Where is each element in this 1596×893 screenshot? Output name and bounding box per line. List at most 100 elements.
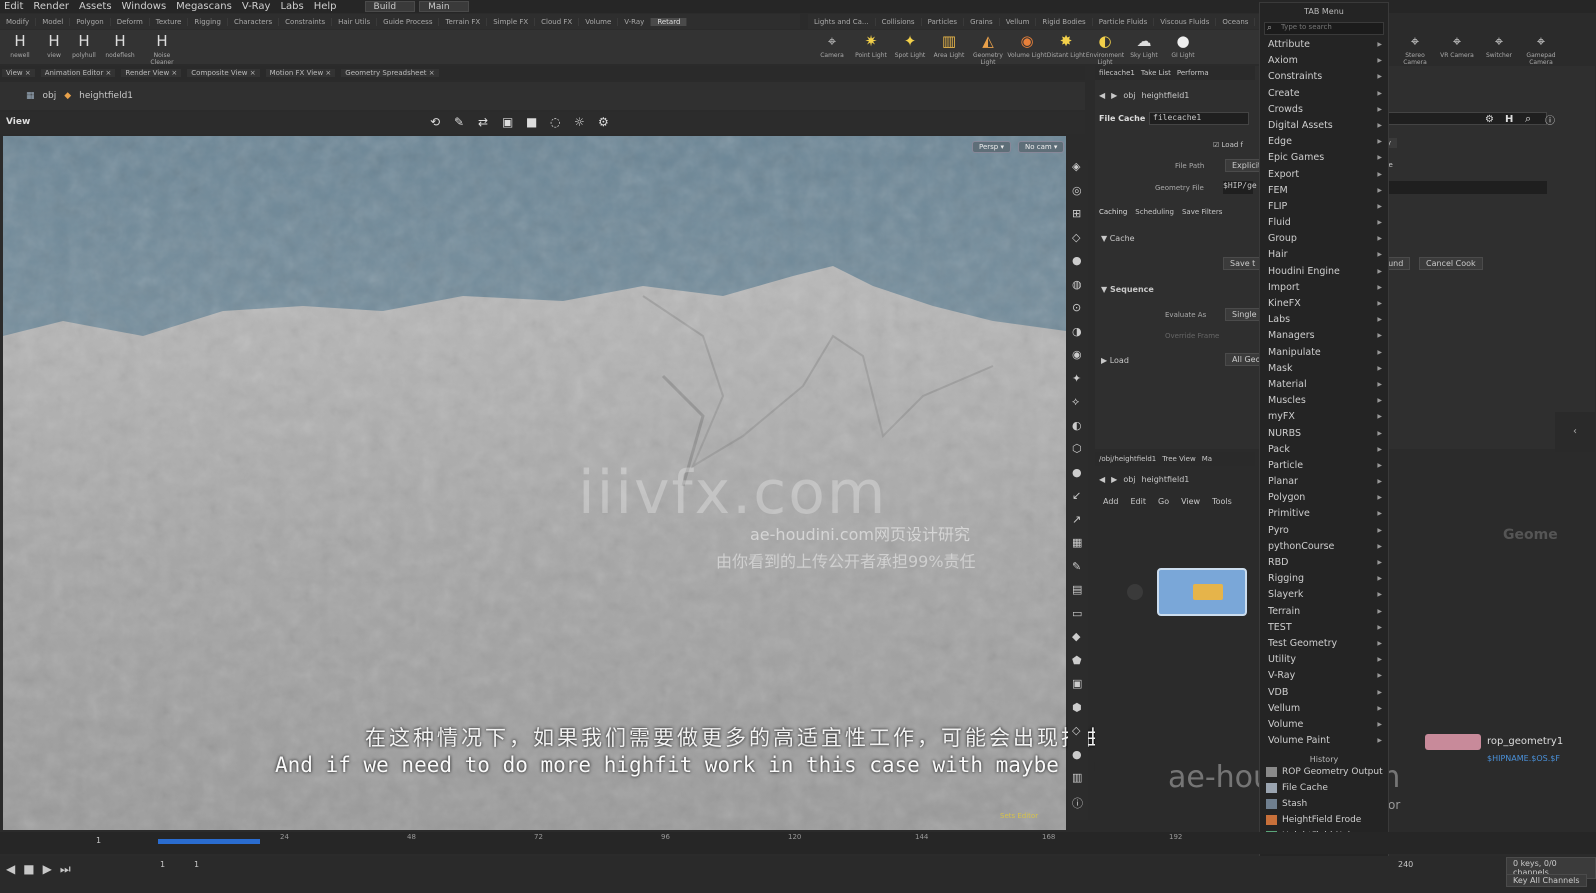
net-menu-view[interactable]: View <box>1181 497 1200 506</box>
view-side-icon[interactable]: ⊙ <box>1072 301 1081 314</box>
tab-menu-item[interactable]: Rigging <box>1260 571 1388 587</box>
menu-assets[interactable]: Assets <box>79 1 112 12</box>
view-side-icon[interactable]: ✦ <box>1072 372 1081 385</box>
tab-menu-item[interactable]: Material <box>1260 377 1388 393</box>
pane-tab[interactable]: Motion FX View × <box>265 69 336 77</box>
tab-menu-item[interactable]: Managers <box>1260 328 1388 344</box>
tab-menu-item[interactable]: Fluid <box>1260 215 1388 231</box>
viewport-tool-icon[interactable]: ◌ <box>550 115 560 129</box>
param-tab-filecache[interactable]: filecache1 <box>1099 69 1135 77</box>
view-side-icon[interactable]: ◉ <box>1072 348 1082 361</box>
geometry-file-field-ext[interactable] <box>1371 181 1547 194</box>
shelf-tab[interactable]: Constraints <box>279 17 333 26</box>
view-side-icon[interactable]: ◍ <box>1072 278 1082 291</box>
light-tool[interactable]: ◉ Volume Light <box>1007 32 1047 59</box>
shelf-tab[interactable]: Model <box>36 17 71 26</box>
tab-menu-item[interactable]: Volume Paint <box>1260 733 1388 749</box>
param-path-node[interactable]: heightfield1 <box>1142 91 1190 100</box>
light-tool[interactable]: ⌖ Camera <box>812 32 852 59</box>
tab-menu-item[interactable]: Group <box>1260 231 1388 247</box>
tab-menu-item[interactable]: myFX <box>1260 409 1388 425</box>
skip-end-icon[interactable]: ⏭ <box>60 862 71 877</box>
tab-menu-item[interactable]: TEST <box>1260 620 1388 636</box>
viewport-tool-icon[interactable]: ⚙ <box>598 115 609 129</box>
desktop-main[interactable]: Main <box>419 1 469 12</box>
net-menu-add[interactable]: Add <box>1103 497 1119 506</box>
node-connector[interactable] <box>1127 584 1143 600</box>
sequence-section[interactable]: ▼ Sequence <box>1101 285 1154 294</box>
shelf-tab[interactable]: Vellum <box>1000 17 1037 26</box>
shelf-tab[interactable]: Volume <box>579 17 619 26</box>
play-back-icon[interactable]: ◀ <box>6 862 15 877</box>
view-side-icon[interactable]: ▤ <box>1072 583 1082 596</box>
shelf-tab[interactable]: Rigging <box>188 17 228 26</box>
camera-tool[interactable]: ⌖ Gamepad Camera <box>1521 32 1561 66</box>
desktop-build[interactable]: Build <box>364 1 416 12</box>
back-arrow-icon[interactable]: ◀ <box>1099 91 1105 100</box>
viewport-tool-icon[interactable]: ☼ <box>574 115 585 129</box>
shelf-tab[interactable]: Lights and Ca... <box>808 17 876 26</box>
viewport-tool-icon[interactable]: ■ <box>526 115 537 129</box>
shelf-tab[interactable]: V-Ray <box>618 17 652 26</box>
light-tool[interactable]: ◐ Environment Light <box>1085 32 1125 66</box>
param-path-context[interactable]: obj <box>1123 91 1135 100</box>
net-menu-go[interactable]: Go <box>1158 497 1169 506</box>
shelf-tab[interactable]: Oceans <box>1216 17 1256 26</box>
tab-menu-item[interactable]: Houdini Engine <box>1260 264 1388 280</box>
shelf-tab[interactable]: Collisions <box>876 17 922 26</box>
light-tool[interactable]: ✷ Point Light <box>851 32 891 59</box>
view-side-icon[interactable]: ● <box>1072 748 1082 761</box>
subtab-save-filters[interactable]: Save Filters <box>1182 208 1222 222</box>
tab-menu-item[interactable]: Create <box>1260 86 1388 102</box>
net-back-icon[interactable]: ◀ <box>1099 475 1105 484</box>
gear-icon[interactable]: ⚙ <box>1485 114 1494 125</box>
view-side-icon[interactable]: ⬢ <box>1072 701 1082 714</box>
view-side-icon[interactable]: ⟡ <box>1072 395 1079 409</box>
play-icon[interactable]: ▶ <box>43 862 52 877</box>
menu-megascans[interactable]: Megascans <box>176 1 232 12</box>
net-menu-tools[interactable]: Tools <box>1212 497 1232 506</box>
view-side-icon[interactable]: ◎ <box>1072 184 1082 197</box>
evaluate-as-menu[interactable]: Single <box>1225 308 1264 321</box>
tab-menu-item[interactable]: VDB <box>1260 685 1388 701</box>
shelf-tab[interactable]: Deform <box>111 17 150 26</box>
view-side-icon[interactable]: ⬟ <box>1072 654 1082 667</box>
view-side-icon[interactable]: ▥ <box>1072 771 1082 784</box>
filecache-node[interactable] <box>1157 568 1247 616</box>
playback-range[interactable] <box>158 839 260 844</box>
net-tab-material[interactable]: Ma <box>1202 455 1212 463</box>
pane-tab[interactable]: Composite View × <box>187 69 260 77</box>
shelf-tab[interactable]: Cloud FX <box>535 17 580 26</box>
tab-menu-item[interactable]: V-Ray <box>1260 668 1388 684</box>
view-side-icon[interactable]: ▣ <box>1072 677 1082 690</box>
history-item[interactable]: Stash <box>1260 796 1388 812</box>
view-side-icon[interactable]: ◇ <box>1072 231 1080 244</box>
view-side-icon[interactable]: ↙ <box>1072 489 1081 502</box>
view-side-icon[interactable]: ⬡ <box>1072 442 1082 455</box>
viewport-tool-icon[interactable]: ✎ <box>454 115 464 129</box>
viewport-tool-icon[interactable]: ⟲ <box>430 115 440 129</box>
parameter-field[interactable] <box>1371 112 1547 125</box>
camera-tool[interactable]: ⌖ VR Camera <box>1437 32 1477 59</box>
shelf-tab[interactable]: Retard <box>651 17 688 26</box>
cache-section[interactable]: ▼ Cache <box>1101 234 1135 243</box>
shelf-tool[interactable]: Hpolyhull <box>64 32 104 59</box>
tab-menu-item[interactable]: Utility <box>1260 652 1388 668</box>
shelf-tab[interactable]: Characters <box>228 17 280 26</box>
tab-menu-item[interactable]: Constraints <box>1260 69 1388 85</box>
range-start-alt[interactable]: 1 <box>194 860 199 869</box>
tab-menu-item[interactable]: Axiom <box>1260 53 1388 69</box>
tab-menu-item[interactable]: Manipulate <box>1260 345 1388 361</box>
tab-menu-item[interactable]: FLIP <box>1260 199 1388 215</box>
menu-render[interactable]: Render <box>33 1 69 12</box>
tab-menu-item[interactable]: RBD <box>1260 555 1388 571</box>
stop-icon[interactable]: ■ <box>23 862 34 877</box>
tab-menu-item[interactable]: Edge <box>1260 134 1388 150</box>
tab-menu-item[interactable]: Test Geometry <box>1260 636 1388 652</box>
tab-menu-item[interactable]: Hair <box>1260 247 1388 263</box>
view-side-icon[interactable]: ▭ <box>1072 607 1082 620</box>
shelf-tab[interactable]: Grains <box>964 17 1000 26</box>
camera-tool[interactable]: ⌖ Stereo Camera <box>1395 32 1435 66</box>
shelf-tool[interactable]: H Noise Cleaner <box>142 32 182 66</box>
shelf-tab[interactable]: Modify <box>0 17 37 26</box>
